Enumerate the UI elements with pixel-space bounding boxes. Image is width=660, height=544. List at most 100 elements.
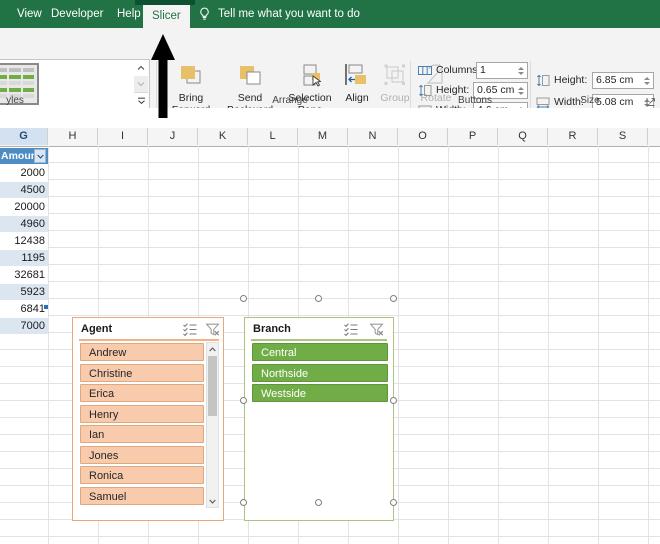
slicer-height-field[interactable]: Height: 6.85 cm bbox=[536, 72, 654, 90]
table-cell-amount[interactable]: 2000 bbox=[0, 165, 48, 181]
grid-row[interactable] bbox=[0, 282, 660, 299]
slicer-height-label: Height: bbox=[554, 74, 588, 86]
table-cell-amount[interactable]: 6841 bbox=[0, 301, 48, 317]
column-header-M[interactable]: M bbox=[298, 128, 348, 145]
agent-scroll-thumb[interactable] bbox=[208, 356, 217, 416]
slicer-item[interactable]: Samuel bbox=[80, 486, 204, 505]
grid-row[interactable] bbox=[0, 537, 660, 544]
branch-slicer-rule bbox=[251, 339, 387, 341]
grid-row[interactable] bbox=[0, 197, 660, 214]
grid-row[interactable] bbox=[0, 180, 660, 197]
multi-select-icon[interactable] bbox=[183, 323, 197, 336]
slicer-item[interactable]: Northside bbox=[252, 363, 388, 382]
gallery-scroll-up-button[interactable] bbox=[134, 60, 148, 76]
table-cell-amount[interactable]: 7000 bbox=[0, 318, 48, 334]
scroll-down-icon bbox=[137, 82, 145, 87]
grid-row[interactable] bbox=[0, 265, 660, 282]
table-cell-amount[interactable]: 1195 bbox=[0, 250, 48, 266]
grid-column-line bbox=[598, 146, 599, 544]
grid-row[interactable] bbox=[0, 231, 660, 248]
table-cell-amount[interactable]: 5923 bbox=[0, 284, 48, 300]
column-header-O[interactable]: O bbox=[398, 128, 448, 145]
filter-dropdown-icon[interactable] bbox=[34, 149, 46, 163]
column-header-Q[interactable]: Q bbox=[498, 128, 548, 145]
grid-row[interactable] bbox=[0, 248, 660, 265]
slicer-item[interactable]: Ian bbox=[80, 425, 204, 443]
resize-handle[interactable] bbox=[390, 397, 397, 404]
resize-handle[interactable] bbox=[240, 295, 247, 302]
agent-scroll-down-button[interactable] bbox=[207, 495, 218, 507]
agent-slicer[interactable]: Agent Andrew Christine Erica Henry Ian Jones R… bbox=[72, 317, 224, 521]
gallery-scroll-controls[interactable] bbox=[134, 59, 150, 109]
grid-column-line bbox=[648, 146, 649, 544]
columns-label: Columns: bbox=[436, 64, 481, 76]
table-resize-marker[interactable] bbox=[44, 305, 48, 309]
columns-spinner[interactable]: 1 bbox=[476, 62, 528, 79]
grid-column-line bbox=[498, 146, 499, 544]
resize-handle[interactable] bbox=[315, 499, 322, 506]
clear-filter-icon[interactable] bbox=[370, 323, 384, 336]
columns-icon bbox=[418, 66, 432, 75]
resize-handle[interactable] bbox=[315, 295, 322, 302]
gallery-scroll-down-button[interactable] bbox=[134, 76, 148, 92]
tab-slicer[interactable]: Slicer bbox=[143, 5, 190, 28]
buttons-group-label: Buttons bbox=[458, 95, 492, 106]
dialog-launcher-icon[interactable] bbox=[646, 97, 656, 107]
branch-slicer[interactable]: Branch Central Northside Westside bbox=[244, 317, 394, 521]
bring-forward-icon bbox=[181, 66, 201, 84]
gallery-more-button[interactable] bbox=[134, 92, 148, 109]
ribbon: yles Bring Forward Send Backward bbox=[0, 28, 660, 123]
table-cell-amount[interactable]: 4960 bbox=[0, 216, 48, 232]
columns-stepper[interactable] bbox=[515, 63, 526, 78]
grid-row[interactable] bbox=[0, 299, 660, 316]
column-header-K[interactable]: K bbox=[198, 128, 248, 145]
slicer-height-spinner[interactable]: 6.85 cm bbox=[592, 72, 654, 89]
column-header-L[interactable]: L bbox=[248, 128, 298, 145]
slicer-item[interactable]: Andrew bbox=[80, 343, 204, 361]
group-icon bbox=[384, 64, 405, 85]
resize-handle[interactable] bbox=[240, 397, 247, 404]
slicer-item[interactable]: Westside bbox=[252, 384, 388, 402]
slicer-item[interactable]: Jones bbox=[80, 445, 204, 464]
table-cell-amount[interactable]: 4500 bbox=[0, 182, 48, 198]
table-cell-amount[interactable]: 20000 bbox=[0, 199, 48, 215]
column-header-R[interactable]: R bbox=[548, 128, 598, 145]
agent-slicer-title: Agent bbox=[81, 323, 113, 335]
size-group-label: Size bbox=[580, 95, 600, 106]
table-cell-amount[interactable]: 12438 bbox=[0, 233, 48, 249]
resize-handle[interactable] bbox=[390, 499, 397, 506]
slicer-item[interactable]: Christine bbox=[80, 363, 204, 382]
grid-row[interactable] bbox=[0, 520, 660, 537]
branch-slicer-title: Branch bbox=[253, 323, 291, 335]
slicer-item[interactable]: Central bbox=[252, 343, 388, 361]
tell-me-search[interactable]: Tell me what you want to do bbox=[218, 0, 360, 28]
tab-developer[interactable]: Developer bbox=[42, 0, 112, 28]
align-label: Align bbox=[345, 92, 369, 104]
columns-field[interactable]: Columns: 1 bbox=[418, 62, 528, 80]
clear-filter-icon[interactable] bbox=[206, 323, 220, 336]
column-header-P[interactable]: P bbox=[448, 128, 498, 145]
column-header-G[interactable]: G bbox=[0, 128, 48, 145]
column-header-H[interactable]: H bbox=[48, 128, 98, 145]
grid-column-line bbox=[448, 146, 449, 544]
multi-select-icon[interactable] bbox=[344, 323, 358, 336]
grid-row[interactable] bbox=[0, 146, 660, 163]
column-header-J[interactable]: J bbox=[148, 128, 198, 145]
slicer-styles-group-label: yles bbox=[6, 95, 24, 106]
lightbulb-icon[interactable] bbox=[198, 7, 211, 21]
slicer-item[interactable]: Henry bbox=[80, 404, 204, 423]
agent-scroll-up-button[interactable] bbox=[207, 343, 218, 355]
resize-handle[interactable] bbox=[390, 295, 397, 302]
slicer-item[interactable]: Erica bbox=[80, 384, 204, 402]
slicer-item[interactable]: Ronica bbox=[80, 466, 204, 484]
column-header-I[interactable]: I bbox=[98, 128, 148, 145]
agent-slicer-scrollbar[interactable] bbox=[206, 342, 219, 508]
slicer-height-stepper[interactable] bbox=[641, 73, 652, 88]
grid-row[interactable] bbox=[0, 214, 660, 231]
column-header-N[interactable]: N bbox=[348, 128, 398, 145]
grid-row[interactable] bbox=[0, 163, 660, 180]
slicer-height-value: 6.85 cm bbox=[596, 74, 634, 86]
table-cell-amount[interactable]: 32681 bbox=[0, 267, 48, 283]
column-header-S[interactable]: S bbox=[598, 128, 648, 145]
resize-handle[interactable] bbox=[240, 499, 247, 506]
